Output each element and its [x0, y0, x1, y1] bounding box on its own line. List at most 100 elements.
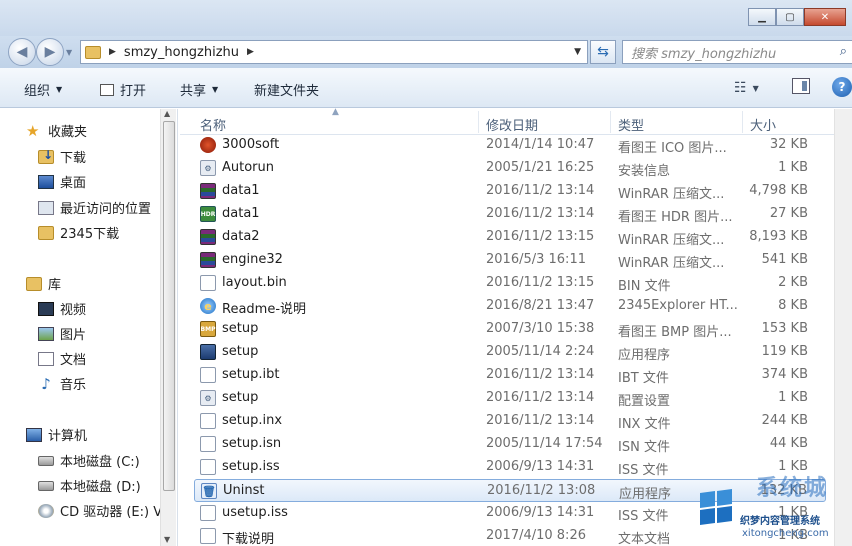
file-size: 44 KB [769, 436, 808, 451]
column-divider[interactable] [610, 111, 611, 133]
nav-scrollbar-thumb[interactable] [163, 121, 175, 491]
nav-documents[interactable]: 文档 [38, 349, 86, 368]
file-row[interactable]: BMP setup 2007/3/10 15:38 看图王 BMP 图片... 153 … [194, 318, 826, 341]
share-button[interactable]: 共享 ▼ [180, 80, 218, 99]
file-size: 1 KB [778, 160, 808, 175]
file-row[interactable]: setup 2005/11/14 2:24 应用程序 119 KB [194, 341, 826, 364]
column-divider[interactable] [478, 111, 479, 133]
nav-label: 图片 [60, 328, 87, 343]
breadcrumb-arrow-icon[interactable]: ▶ [109, 47, 116, 57]
view-options-button[interactable]: ☷ ▼ [734, 80, 759, 96]
nav-libraries[interactable]: 库 [26, 274, 61, 293]
search-input[interactable]: 搜索 smzy_hongzhizhu ⌕ [622, 40, 852, 64]
nav-downloads[interactable]: 下载 [38, 147, 86, 166]
file-row[interactable]: engine32 2016/5/3 16:11 WinRAR 压缩文... 541 K… [194, 249, 826, 272]
chevron-down-icon: ▼ [752, 83, 759, 93]
breadcrumb-current[interactable]: smzy_hongzhizhu [124, 45, 239, 60]
nav-videos[interactable]: 视频 [38, 299, 86, 318]
file-row[interactable]: data1 2016/11/2 13:14 WinRAR 压缩文... 4,798 K… [194, 180, 826, 203]
column-name[interactable]: 名称 [200, 115, 226, 134]
organize-button[interactable]: 组织 ▼ [24, 80, 62, 99]
help-icon: ? [838, 80, 846, 94]
rar-icon [200, 229, 216, 245]
bmp-icon: BMP [200, 321, 216, 337]
column-divider[interactable] [742, 111, 743, 133]
file-row[interactable]: setup.inx 2016/11/2 13:14 INX 文件 244 KB [194, 410, 826, 433]
file-icon [200, 413, 216, 429]
rar-icon [200, 252, 216, 268]
file-size: 244 KB [761, 413, 808, 428]
file-size: 8,193 KB [749, 229, 808, 244]
new-folder-label: 新建文件夹 [254, 84, 320, 99]
nav-label: 计算机 [48, 429, 88, 444]
maximize-icon: ▢ [785, 11, 795, 23]
nav-favorites[interactable]: ★ 收藏夹 [26, 121, 87, 140]
file-type: 文本文档 [618, 532, 671, 546]
file-icon [200, 459, 216, 475]
file-date: 2005/11/14 17:54 [486, 436, 603, 451]
file-date: 2006/9/13 14:31 [486, 505, 595, 520]
open-button[interactable]: 打开 [100, 80, 146, 99]
cd-drive-icon [38, 503, 54, 518]
scroll-down-icon[interactable]: ▼ [164, 535, 170, 544]
forward-button[interactable]: ▶ [36, 38, 64, 66]
file-row[interactable]: setup.ibt 2016/11/2 13:14 IBT 文件 374 KB [194, 364, 826, 387]
breadcrumb-arrow-icon[interactable]: ▶ [247, 47, 254, 57]
file-row[interactable]: e Readme-说明 2016/8/21 13:47 2345Explorer HT… [194, 295, 826, 318]
file-row[interactable]: 3000soft 2014/1/14 10:47 看图王 ICO 图片... 32 K… [194, 134, 826, 157]
file-row[interactable]: HDR data1 2016/11/2 13:14 看图王 HDR 图片... 27 K… [194, 203, 826, 226]
watermark-title: 系统城 [756, 476, 829, 501]
close-button[interactable]: ✕ [804, 8, 846, 26]
star-icon: ★ [26, 121, 40, 140]
maximize-button[interactable]: ▢ [776, 8, 804, 26]
file-row[interactable]: data2 2016/11/2 13:15 WinRAR 压缩文... 8,193 K… [194, 226, 826, 249]
watermark-line: 织梦内容管理系统 [740, 516, 820, 527]
nav-pictures[interactable]: 图片 [38, 324, 86, 343]
back-button[interactable]: ◀ [8, 38, 36, 66]
view-list-icon: ☷ [734, 80, 747, 96]
column-size[interactable]: 大小 [750, 115, 776, 134]
file-date: 2016/11/2 13:08 [487, 483, 596, 498]
file-name: engine32 [222, 252, 283, 267]
new-folder-button[interactable]: 新建文件夹 [254, 80, 319, 99]
file-row[interactable]: ⚙ Autorun 2005/1/21 16:25 安装信息 1 KB [194, 157, 826, 180]
file-date: 2006/9/13 14:31 [486, 459, 595, 474]
sort-ascending-icon: ▲ [332, 107, 339, 117]
document-library-icon [38, 351, 54, 366]
address-bar[interactable]: ▶ smzy_hongzhizhu ▶ ▼ [80, 40, 588, 64]
nav-scrollbar[interactable]: ▲ ▼ [160, 109, 176, 546]
search-icon[interactable]: ⌕ [840, 44, 847, 59]
refresh-button[interactable]: ⇆ [590, 40, 616, 64]
column-date[interactable]: 修改日期 [486, 115, 538, 134]
nav-drive-d[interactable]: 本地磁盘 (D:) [38, 476, 141, 495]
help-button[interactable]: ? [832, 77, 852, 97]
nav-desktop[interactable]: 桌面 [38, 172, 86, 191]
nav-music[interactable]: ♪ 音乐 [38, 374, 86, 393]
file-date: 2007/3/10 15:38 [486, 321, 595, 336]
file-date: 2016/11/2 13:14 [486, 367, 595, 382]
file-row[interactable]: ⚙ setup 2016/11/2 13:14 配置设置 1 KB [194, 387, 826, 410]
nav-computer[interactable]: 计算机 [26, 425, 87, 444]
address-dropdown-icon[interactable]: ▼ [574, 47, 581, 57]
file-size: 8 KB [778, 298, 808, 313]
recent-pages-dropdown[interactable]: ▼ [66, 48, 72, 57]
desktop-icon [38, 174, 54, 189]
nav-downloads-2345[interactable]: 2345下载 [38, 223, 119, 242]
nav-recent[interactable]: 最近访问的位置 [38, 198, 151, 217]
minimize-button[interactable]: ▁ [748, 8, 776, 26]
preview-pane-button[interactable] [792, 78, 810, 94]
file-size: 374 KB [761, 367, 808, 382]
file-icon [200, 505, 216, 521]
computer-icon [26, 427, 42, 442]
file-row[interactable]: setup.isn 2005/11/14 17:54 ISN 文件 44 KB [194, 433, 826, 456]
file-row[interactable]: layout.bin 2016/11/2 13:15 BIN 文件 2 KB [194, 272, 826, 295]
file-name: setup [222, 344, 259, 359]
file-type: 看图王 HDR 图片... [618, 210, 733, 225]
scroll-up-icon[interactable]: ▲ [164, 109, 170, 118]
nav-drive-c[interactable]: 本地磁盘 (C:) [38, 451, 140, 470]
file-type: 应用程序 [618, 348, 671, 363]
picture-library-icon [38, 326, 54, 341]
column-type[interactable]: 类型 [618, 115, 644, 134]
file-name: layout.bin [222, 275, 287, 290]
nav-drive-e[interactable]: CD 驱动器 (E:) V [38, 501, 162, 520]
